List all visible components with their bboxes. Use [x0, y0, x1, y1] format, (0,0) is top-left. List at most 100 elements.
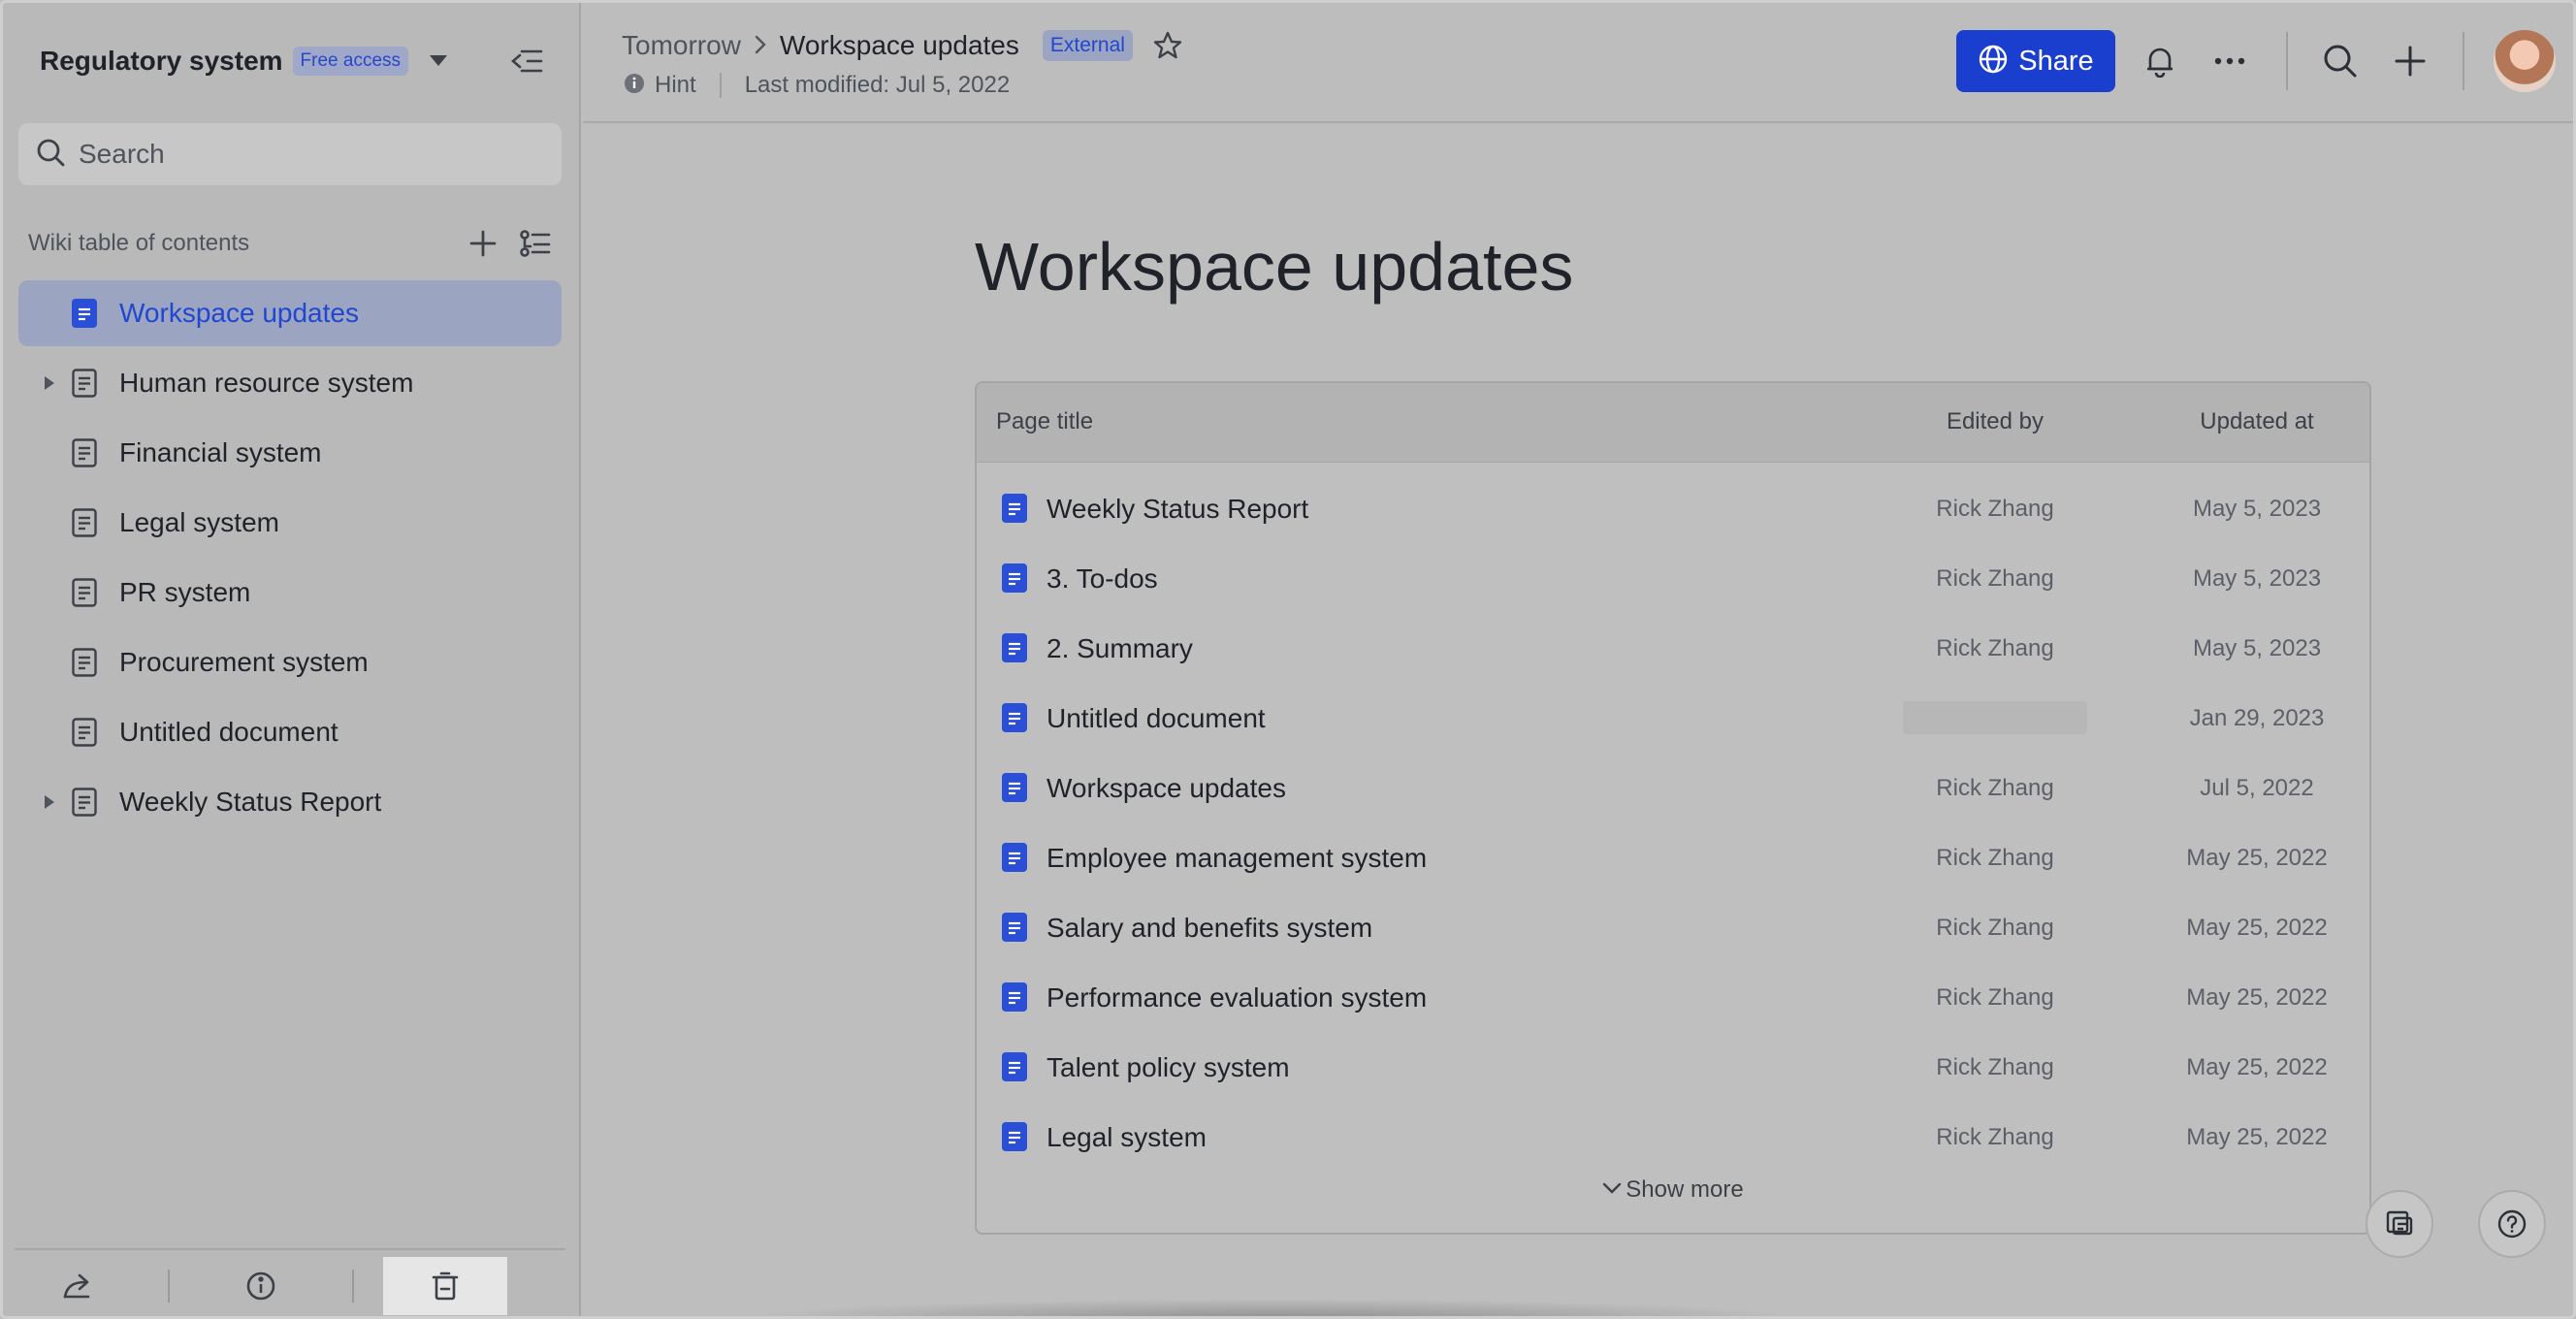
workspace-title: Regulatory system [40, 46, 283, 76]
row-updated: May 25, 2022 [2186, 1124, 2328, 1150]
sidebar-item-workspace-updates[interactable]: Workspace updates [18, 280, 562, 346]
row-updated: May 5, 2023 [2192, 496, 2322, 522]
doc-icon [1002, 1052, 1027, 1081]
row-title[interactable]: Salary and benefits system [1046, 913, 1372, 944]
table-row[interactable]: Legal system Rick Zhang May 25, 2022 [977, 1103, 2369, 1173]
table-row[interactable]: Untitled document Jan 29, 2023 [977, 684, 2369, 754]
doc-outline-icon [71, 437, 98, 468]
doc-icon [1002, 913, 1027, 942]
avatar[interactable] [2494, 30, 2556, 92]
row-editor: Rick Zhang [1936, 775, 2054, 801]
row-title[interactable]: Legal system [1046, 1122, 1207, 1153]
sidebar-item-untitled-document[interactable]: Untitled document [18, 699, 562, 765]
row-title[interactable]: 2. Summary [1046, 633, 1193, 664]
row-updated: May 5, 2023 [2192, 565, 2322, 592]
info-icon[interactable] [199, 1257, 323, 1315]
caret-down-icon[interactable] [422, 45, 455, 78]
hint-label[interactable]: Hint [655, 72, 696, 99]
sidebar-item-label: Untitled document [119, 717, 338, 747]
sidebar-item-pr-system[interactable]: PR system [18, 560, 562, 626]
sidebar-item-label: Procurement system [119, 647, 369, 677]
add-page-icon[interactable] [461, 224, 505, 263]
tree-view-icon[interactable] [513, 224, 558, 263]
breadcrumb-current: Workspace updates [779, 30, 1019, 60]
top-bar: Tomorrow Workspace updates External Hint… [583, 3, 2573, 123]
table-row[interactable]: Weekly Status Report Rick Zhang May 5, 2… [977, 474, 2369, 544]
sidebar-item-label: Workspace updates [119, 298, 359, 328]
row-editor: Rick Zhang [1936, 635, 2054, 661]
sidebar-item-legal-system[interactable]: Legal system [18, 490, 562, 556]
doc-icon [1002, 633, 1027, 662]
row-title[interactable]: Workspace updates [1046, 773, 1286, 804]
chevron-right-icon [755, 31, 766, 61]
row-title[interactable]: Talent policy system [1046, 1052, 1290, 1083]
table-row[interactable]: 3. To-dos Rick Zhang May 5, 2023 [977, 544, 2369, 614]
sidebar-item-human-resource-system[interactable]: Human resource system [18, 350, 562, 416]
sidebar-item-procurement-system[interactable]: Procurement system [18, 629, 562, 695]
table-row[interactable]: Talent policy system Rick Zhang May 25, … [977, 1033, 2369, 1103]
access-badge: Free access [292, 47, 409, 76]
row-title[interactable]: Performance evaluation system [1046, 982, 1427, 1013]
trash-icon[interactable] [383, 1257, 507, 1315]
doc-outline-icon [71, 577, 98, 608]
bottom-shadow [740, 1299, 1807, 1316]
doc-outline-icon [71, 368, 98, 399]
doc-outline-icon [71, 717, 98, 748]
bell-icon[interactable] [2139, 40, 2181, 82]
toc-label: Wiki table of contents [28, 230, 250, 256]
globe-icon [1978, 44, 2009, 80]
table-row[interactable]: Workspace updates Rick Zhang Jul 5, 2022 [977, 754, 2369, 823]
doc-outline-icon [71, 787, 98, 818]
sidebar-item-financial-system[interactable]: Financial system [18, 420, 562, 486]
table-row[interactable]: Salary and benefits system Rick Zhang Ma… [977, 893, 2369, 963]
show-more-button[interactable]: Show more [977, 1176, 2369, 1204]
add-icon[interactable] [2389, 40, 2431, 82]
row-updated: Jul 5, 2022 [2200, 775, 2314, 801]
table-header: Page title Edited by Updated at [977, 383, 2369, 463]
doc-icon [1002, 1122, 1027, 1151]
sidebar-item-label: Financial system [119, 437, 322, 467]
table-row[interactable]: Employee management system Rick Zhang Ma… [977, 823, 2369, 893]
expand-arrow-icon[interactable] [32, 785, 67, 820]
workspace-header[interactable]: Regulatory system Free access [40, 40, 455, 82]
row-editor: Rick Zhang [1936, 845, 2054, 871]
info-filled-icon [624, 73, 645, 99]
doc-icon [1002, 703, 1027, 732]
toc-header: Wiki table of contents [28, 224, 558, 263]
search-icon [36, 138, 65, 172]
row-updated: May 25, 2022 [2186, 845, 2328, 871]
sidebar-search[interactable]: Search [18, 123, 562, 185]
help-icon[interactable] [2478, 1190, 2546, 1258]
page-title: Workspace updates [975, 229, 1574, 305]
row-updated: Jan 29, 2023 [2189, 705, 2325, 731]
doc-icon [1002, 773, 1027, 802]
table-row[interactable]: Performance evaluation system Rick Zhang… [977, 963, 2369, 1033]
pages-table: Page title Edited by Updated at Weekly S… [975, 381, 2371, 1235]
doc-outline-icon [71, 507, 98, 538]
sidebar: Regulatory system Free access Search Wik… [3, 3, 581, 1316]
column-header-editor: Edited by [1946, 408, 2045, 434]
search-icon[interactable] [2319, 40, 2362, 82]
table-row[interactable]: 2. Summary Rick Zhang May 5, 2023 [977, 614, 2369, 684]
row-updated: May 5, 2023 [2192, 635, 2322, 661]
doc-icon [1002, 982, 1027, 1012]
search-placeholder: Search [79, 139, 165, 169]
collapse-sidebar-icon[interactable] [503, 42, 550, 80]
star-icon[interactable] [1150, 28, 1185, 63]
row-title[interactable]: 3. To-dos [1046, 563, 1158, 595]
row-title[interactable]: Employee management system [1046, 843, 1427, 874]
sidebar-item-weekly-status-report[interactable]: Weekly Status Report [18, 769, 562, 835]
expand-arrow-icon[interactable] [32, 366, 67, 401]
last-modified: Last modified: Jul 5, 2022 [744, 72, 1011, 98]
doc-icon [71, 298, 98, 329]
more-icon[interactable] [2208, 40, 2251, 82]
row-title[interactable]: Weekly Status Report [1046, 494, 1308, 525]
external-badge: External [1042, 30, 1133, 61]
share-out-icon[interactable] [15, 1257, 139, 1315]
sidebar-item-label: Human resource system [119, 368, 414, 398]
comments-icon[interactable] [2366, 1190, 2433, 1258]
share-button[interactable]: Share [1956, 30, 2115, 92]
row-title[interactable]: Untitled document [1046, 703, 1266, 734]
sidebar-footer [15, 1248, 565, 1316]
breadcrumb-parent[interactable]: Tomorrow [622, 30, 741, 61]
